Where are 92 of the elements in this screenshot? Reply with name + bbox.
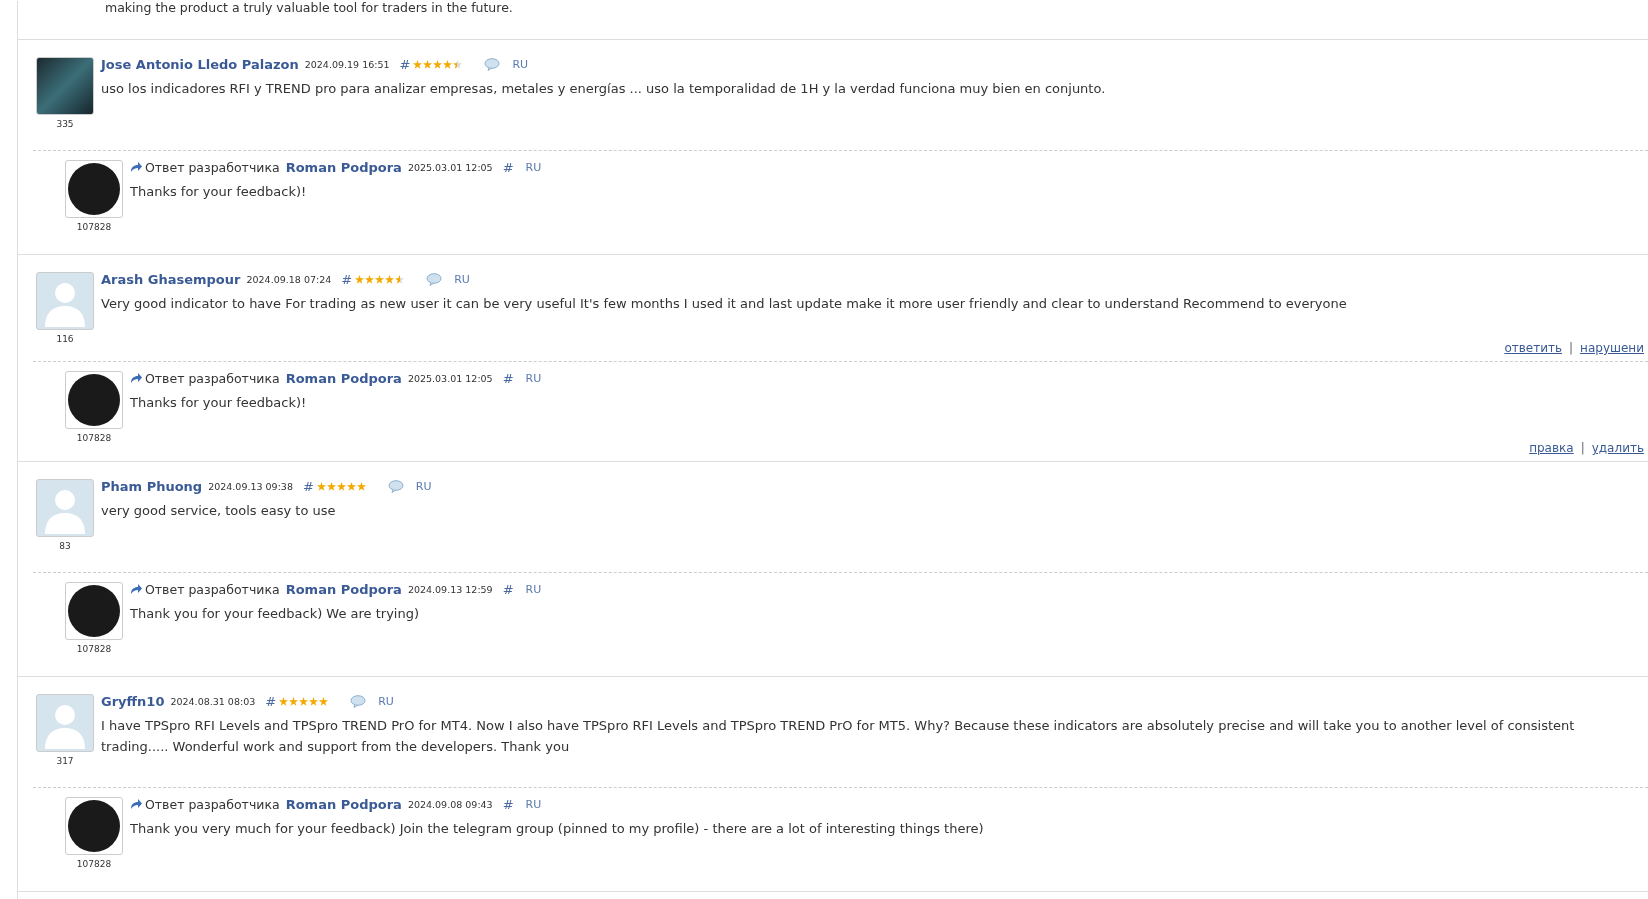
author-link[interactable]: Jose Antonio Lledo Palazon <box>101 56 299 72</box>
reply-date: 2025.03.01 12:05 <box>407 161 493 173</box>
star-icon <box>279 696 289 706</box>
avatar-picture[interactable] <box>36 57 94 115</box>
reply-arrow-icon <box>130 583 142 595</box>
star-icon <box>289 696 299 706</box>
language-link[interactable]: RU <box>525 582 542 596</box>
language-link[interactable]: RU <box>525 371 542 385</box>
permalink[interactable]: # <box>265 693 277 709</box>
reply-arrow-icon <box>130 161 142 173</box>
permalink[interactable]: # <box>502 159 514 175</box>
action-link[interactable]: ответить <box>1504 341 1562 355</box>
review-text: uso los indicadores RFI y TREND pro para analizar empresas, metales y energías ... uso la temporalidad de 1H y la verdad funciona muy bien en conjunto. <box>101 80 1107 98</box>
rating-count: 107828 <box>76 859 112 869</box>
review-text: very good service, tools easy to use <box>101 502 337 520</box>
speech-bubble-icon <box>484 57 501 71</box>
permalink[interactable]: # <box>502 796 514 812</box>
reply-arrow-icon <box>130 372 142 384</box>
star-icon <box>365 274 375 284</box>
star-icon <box>375 274 385 284</box>
speech-bubble-icon <box>426 272 443 286</box>
language-link[interactable]: RU <box>415 479 432 493</box>
action-link[interactable]: нарушени <box>1580 341 1644 355</box>
star-icon <box>395 274 405 284</box>
rating-count: 107828 <box>76 644 112 654</box>
star-icon <box>355 274 365 284</box>
author-link[interactable]: Roman Podpora <box>285 796 402 812</box>
permalink[interactable]: # <box>399 56 411 72</box>
reply-date: 2025.03.01 12:05 <box>407 372 493 384</box>
rating-count: 107828 <box>76 433 112 443</box>
avatar-logo[interactable] <box>65 582 123 640</box>
author-link[interactable]: Roman Podpora <box>285 581 402 597</box>
permalink[interactable]: # <box>502 370 514 386</box>
reply-date: 2024.09.08 09:43 <box>407 798 493 810</box>
speech-bubble-icon <box>350 694 367 708</box>
review-text: Very good indicator to have For trading as new user it can be very useful It's few months I used it and last update make it more user friendly and clear to understand Recommend to everyone <box>101 295 1348 313</box>
rating-count: 335 <box>56 119 74 129</box>
review-date: 2024.09.19 16:51 <box>304 58 390 70</box>
reply-text: Thanks for your feedback)! <box>130 183 308 201</box>
separator: | <box>1569 341 1574 355</box>
reply-text: Thank you very much for your feedback) Join the telegram group (pinned to my profile) - there are a lot of interesting things there) <box>130 820 985 838</box>
star-icon <box>316 481 326 491</box>
reply-text: Thank you for your feedback) We are trying) <box>130 605 421 623</box>
author-link[interactable]: Roman Podpora <box>285 159 402 175</box>
review-date: 2024.08.31 08:03 <box>170 695 256 707</box>
permalink[interactable]: # <box>502 581 514 597</box>
reply-label: Ответ разработчика <box>145 159 280 175</box>
avatar-logo[interactable] <box>65 797 123 855</box>
avatar-logo[interactable] <box>65 371 123 429</box>
author-link[interactable]: Pham Phuong <box>101 478 203 494</box>
review-text: I have TPSpro RFI Levels and TPSpro TREND PrO for MT4. Now I also have TPSpro RFI Levels and TPSpro TREND PrO for MT5. Why? Because these indicators are absolutely precise and will take you to another level of consistent trading..... Wonderful work and support from the developers. Thank you <box>101 717 1576 756</box>
author-link[interactable]: Arash Ghasempour <box>101 271 241 287</box>
star-icon <box>423 59 433 69</box>
reply-text: Thanks for your feedback)! <box>130 394 308 412</box>
permalink[interactable]: # <box>302 478 314 494</box>
star-icon <box>336 481 346 491</box>
review-text: making the product a truly valuable tool for traders in the future. <box>104 1 514 15</box>
star-icon <box>326 481 336 491</box>
rating-count: 116 <box>56 334 74 344</box>
reply-label: Ответ разработчика <box>145 796 280 812</box>
reply-date: 2024.09.13 12:59 <box>407 583 493 595</box>
review-date: 2024.09.13 09:38 <box>208 480 293 492</box>
author-link[interactable]: Roman Podpora <box>285 370 402 386</box>
reply-label: Ответ разработчика <box>145 370 280 386</box>
reply-label: Ответ разработчика <box>145 581 280 597</box>
star-icon <box>385 274 395 284</box>
star-icon <box>309 696 319 706</box>
action-link[interactable]: правка <box>1529 441 1574 455</box>
speech-bubble-icon <box>387 479 404 493</box>
language-link[interactable]: RU <box>378 694 394 708</box>
language-link[interactable]: RU <box>512 57 529 71</box>
author-link[interactable]: Gryffn10 <box>101 693 165 709</box>
separator: | <box>1580 441 1585 455</box>
star-icon <box>346 481 356 491</box>
star-icon <box>433 59 443 69</box>
avatar-logo[interactable] <box>65 160 123 218</box>
language-link[interactable]: RU <box>525 160 542 174</box>
action-link[interactable]: удалить <box>1591 441 1644 455</box>
rating-count: 107828 <box>76 222 112 232</box>
review-date: 2024.09.18 07:24 <box>246 273 332 285</box>
permalink[interactable]: # <box>341 271 353 287</box>
star-icon <box>356 481 366 491</box>
star-icon <box>413 59 423 69</box>
language-link[interactable]: RU <box>525 797 542 811</box>
reply-arrow-icon <box>130 798 142 810</box>
language-link[interactable]: RU <box>454 272 470 286</box>
rating-count: 83 <box>59 541 71 551</box>
star-icon <box>453 59 463 69</box>
star-icon <box>299 696 309 706</box>
rating-count: 317 <box>56 756 74 766</box>
star-icon <box>443 59 453 69</box>
star-icon <box>319 696 329 706</box>
